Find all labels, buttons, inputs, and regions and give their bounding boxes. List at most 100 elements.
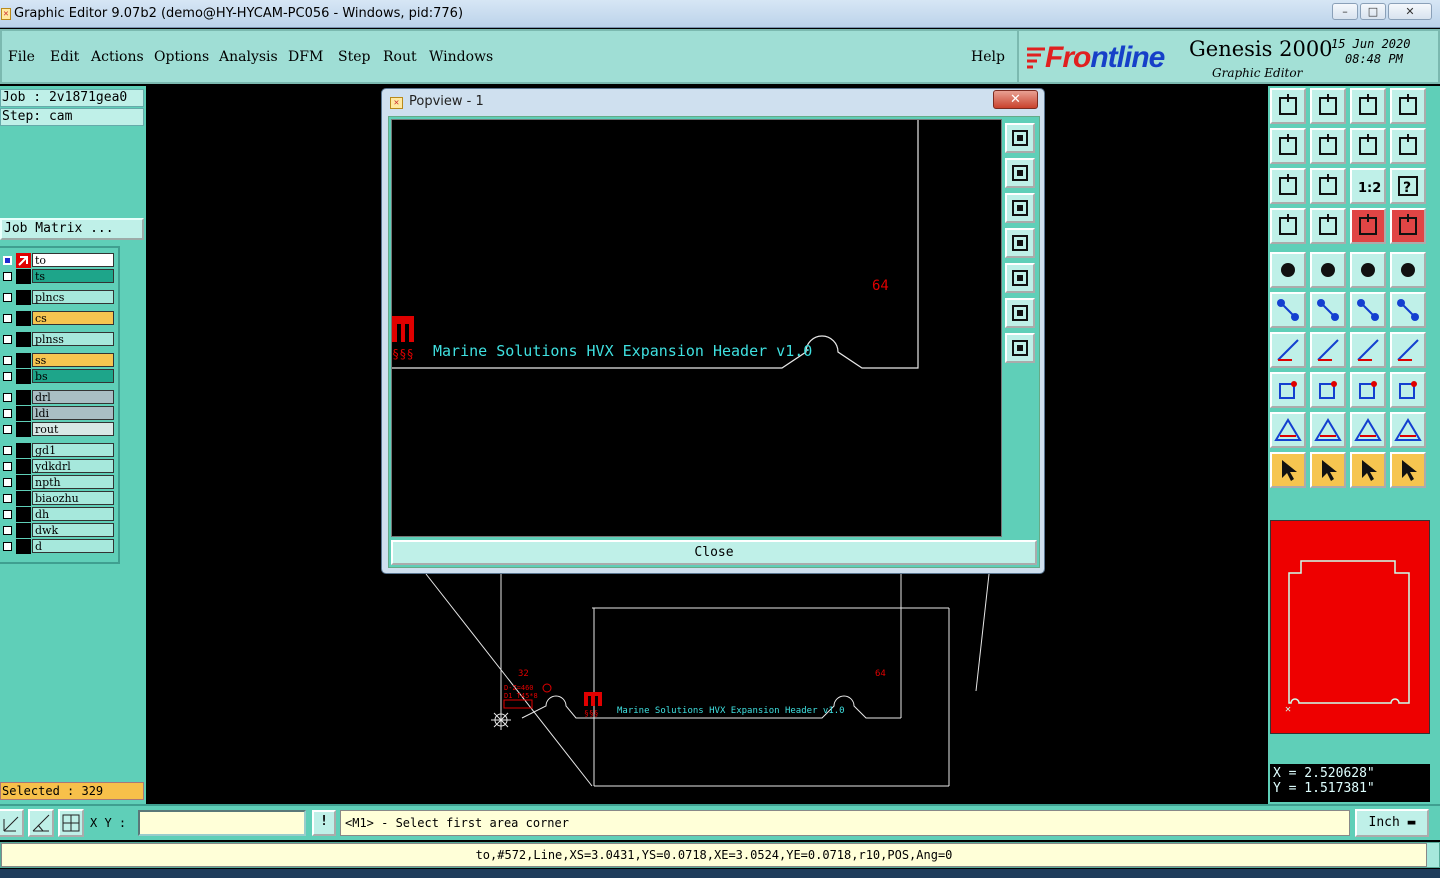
pad-icon[interactable] [1390, 252, 1426, 288]
minimize-button[interactable]: – [1332, 3, 1358, 20]
layer-row-to[interactable]: to [0, 253, 116, 268]
select-3-icon[interactable] [1350, 452, 1386, 488]
layer-down-icon[interactable] [1310, 88, 1346, 124]
tool-settings-icon[interactable] [1270, 208, 1306, 244]
layer-row-drl[interactable]: drl [0, 390, 116, 405]
connect-icon[interactable] [1270, 292, 1306, 328]
help-icon[interactable]: ? [1390, 168, 1426, 204]
select-4-icon[interactable] [1390, 452, 1426, 488]
previous-icon[interactable] [1270, 128, 1306, 164]
next-icon[interactable] [1310, 128, 1346, 164]
triangle-icon[interactable] [1270, 412, 1306, 448]
one-to-one-icon[interactable]: 1:2 [1350, 168, 1386, 204]
popview-layer-down-icon[interactable] [1005, 193, 1035, 223]
ruler-icon[interactable] [1350, 252, 1386, 288]
layer-row-npth[interactable]: npth [0, 475, 116, 490]
menu-actions[interactable]: Actions [91, 49, 144, 65]
popview-center-icon[interactable] [1005, 333, 1035, 363]
layer-checkbox[interactable] [3, 256, 12, 265]
pad-add-icon[interactable] [1270, 252, 1306, 288]
menu-dfm[interactable]: DFM [288, 49, 323, 65]
arc-icon[interactable] [1350, 332, 1386, 368]
split-icon[interactable] [1390, 332, 1426, 368]
layer-row-d[interactable]: d [0, 539, 116, 554]
popview-pan-right-icon[interactable] [1005, 263, 1035, 293]
layer-row-ss[interactable]: ss [0, 353, 116, 368]
layer-row-gd1[interactable]: gd1 [0, 443, 116, 458]
close-window-button[interactable]: ✕ [1388, 3, 1432, 20]
menu-windows[interactable]: Windows [429, 49, 493, 65]
layer-checkbox[interactable] [3, 446, 12, 455]
route-icon[interactable] [1350, 208, 1386, 244]
layer-checkbox[interactable] [3, 393, 12, 402]
snap-mode-icon[interactable] [0, 809, 24, 837]
layer-checkbox[interactable] [3, 542, 12, 551]
menu-file[interactable]: File [8, 49, 35, 65]
angle-snap-icon[interactable] [28, 809, 54, 837]
grid-snap-icon[interactable] [58, 809, 84, 837]
redo-icon[interactable] [1390, 128, 1426, 164]
popview-zoom-in-icon[interactable] [1005, 123, 1035, 153]
layer-checkbox[interactable] [3, 335, 12, 344]
select-2-icon[interactable] [1310, 452, 1346, 488]
popview-pan-left-icon[interactable] [1005, 228, 1035, 258]
layer-checkbox[interactable] [3, 462, 12, 471]
line-icon[interactable] [1310, 372, 1346, 408]
fit-screen-icon[interactable] [1270, 168, 1306, 204]
layer-checkbox[interactable] [3, 372, 12, 381]
menu-edit[interactable]: Edit [50, 49, 79, 65]
layer-row-biaozhu[interactable]: biaozhu [0, 491, 116, 506]
xy-input[interactable] [138, 810, 306, 836]
job-matrix-button[interactable]: Job Matrix ... [0, 218, 144, 240]
zoom-center-icon[interactable] [1310, 168, 1346, 204]
layer-row-ldi[interactable]: ldi [0, 406, 116, 421]
menu-step[interactable]: Step [338, 49, 370, 65]
layer-checkbox[interactable] [3, 293, 12, 302]
measure-icon[interactable] [1310, 208, 1346, 244]
menu-analysis[interactable]: Analysis [219, 49, 278, 65]
select-icon[interactable] [1270, 452, 1306, 488]
popview-close-button[interactable]: Close [391, 540, 1037, 565]
layer-checkbox[interactable] [3, 425, 12, 434]
triangle-3-icon[interactable] [1350, 412, 1386, 448]
angle-icon[interactable] [1270, 332, 1306, 368]
window-icon[interactable] [1390, 88, 1426, 124]
layer-up-icon[interactable] [1270, 88, 1306, 124]
route-2-icon[interactable] [1390, 208, 1426, 244]
layer-checkbox[interactable] [3, 356, 12, 365]
layer-checkbox[interactable] [3, 272, 12, 281]
layer-row-plnss[interactable]: plnss [0, 332, 116, 347]
layer-row-ts[interactable]: ts [0, 269, 116, 284]
warning-button[interactable]: ! [312, 810, 336, 836]
home-icon[interactable] [1350, 88, 1386, 124]
overview-map[interactable]: ✕ [1270, 520, 1430, 734]
layer-checkbox[interactable] [3, 409, 12, 418]
popview-close-x-button[interactable]: ✕ [993, 90, 1038, 109]
diagonal-icon[interactable] [1310, 332, 1346, 368]
line-node-icon[interactable] [1350, 292, 1386, 328]
layer-row-dwk[interactable]: dwk [0, 523, 116, 538]
layer-checkbox[interactable] [3, 478, 12, 487]
dimension-icon[interactable] [1350, 372, 1386, 408]
triangle-2-icon[interactable] [1310, 412, 1346, 448]
layer-row-rout[interactable]: rout [0, 422, 116, 437]
line-node-2-icon[interactable] [1390, 292, 1426, 328]
cross-icon[interactable] [1310, 292, 1346, 328]
unit-selector[interactable]: Inch ▬ [1355, 809, 1429, 837]
layer-checkbox[interactable] [3, 314, 12, 323]
group-icon[interactable] [1390, 372, 1426, 408]
undo-zoom-icon[interactable] [1350, 128, 1386, 164]
maximize-button[interactable]: □ [1360, 3, 1386, 20]
popview-canvas[interactable]: 64 §§§ Marine Solutions HVX Expansion He… [391, 119, 1002, 537]
layer-checkbox[interactable] [3, 494, 12, 503]
layer-row-ydkdrl[interactable]: ydkdrl [0, 459, 116, 474]
popview-fit-icon[interactable] [1005, 298, 1035, 328]
layer-checkbox[interactable] [3, 510, 12, 519]
layer-row-cs[interactable]: cs [0, 311, 116, 326]
layer-row-plncs[interactable]: plncs [0, 290, 116, 305]
menu-options[interactable]: Options [154, 49, 209, 65]
layer-checkbox[interactable] [3, 526, 12, 535]
layer-row-dh[interactable]: dh [0, 507, 116, 522]
select-color-icon[interactable] [1310, 252, 1346, 288]
popview-layer-up-icon[interactable] [1005, 158, 1035, 188]
